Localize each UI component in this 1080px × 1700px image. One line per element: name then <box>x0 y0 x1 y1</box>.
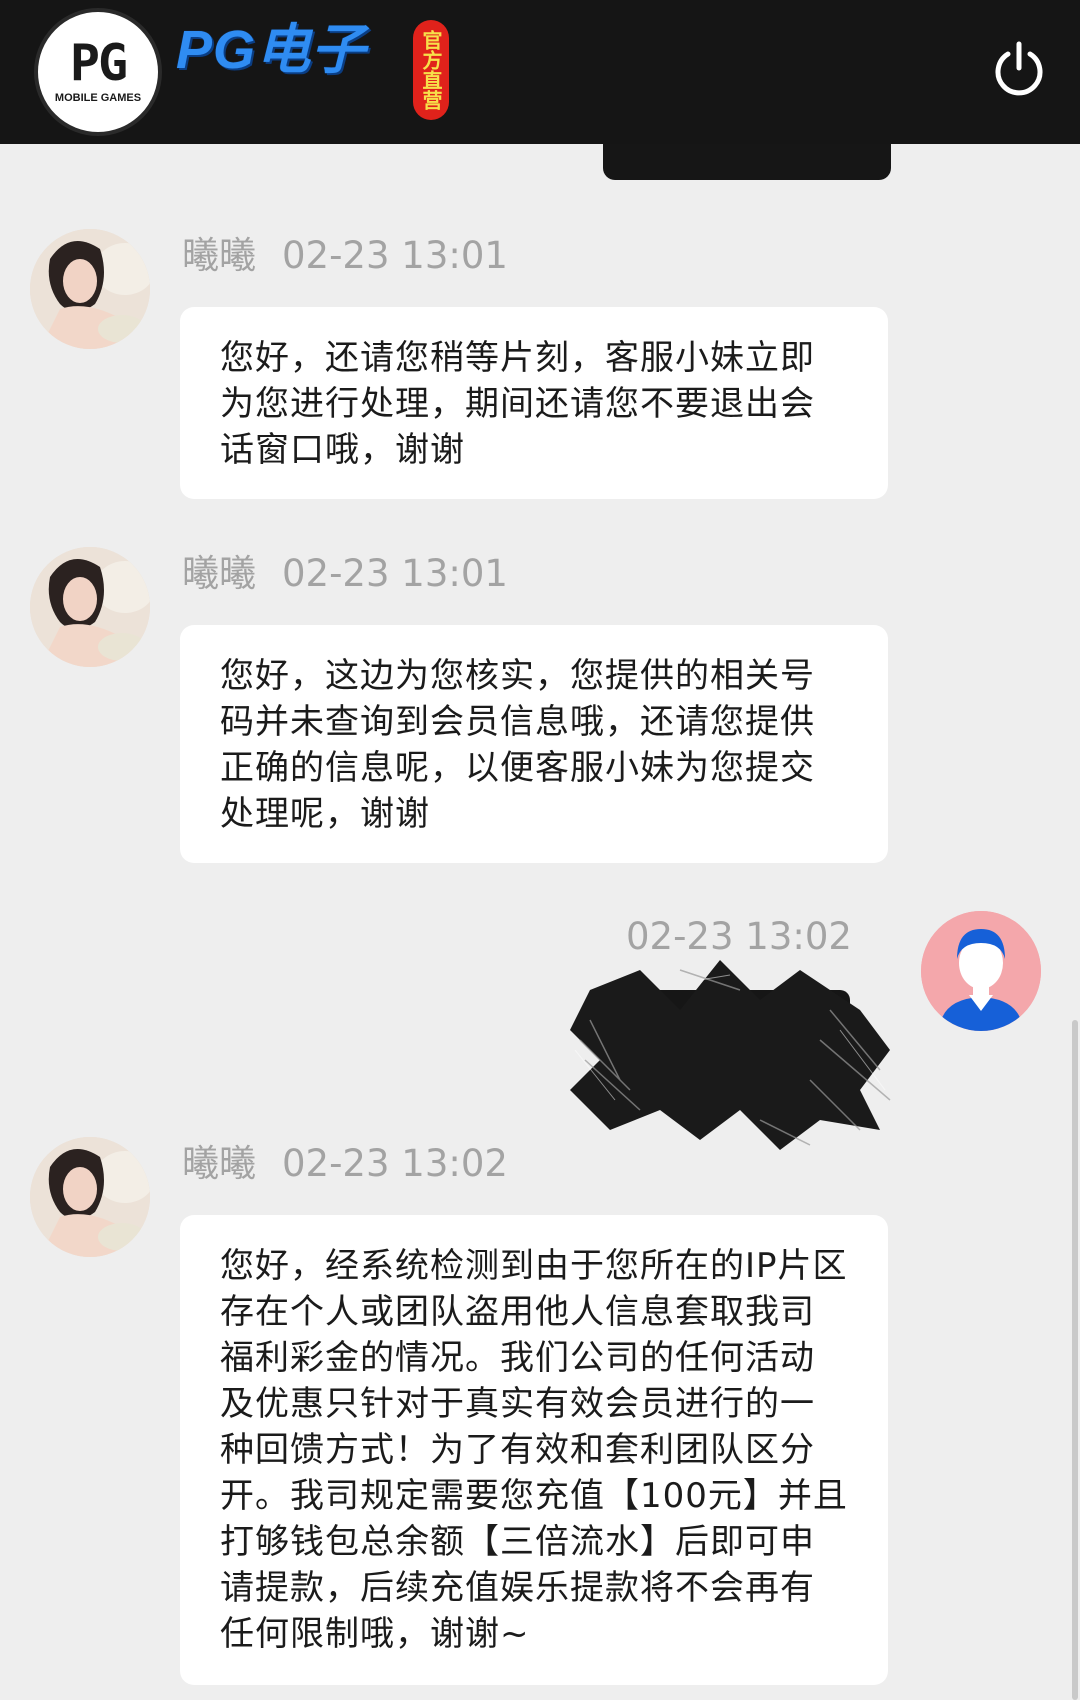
official-seal: 官方直营 <box>413 20 449 120</box>
message-meta: 曦曦 02-23 13:01 <box>182 234 508 278</box>
message-text: 您好，经系统检测到由于您所在的IP片区存在个人或团队盗用他人信息套取我司福利彩金… <box>220 1246 848 1654</box>
message-meta: 曦曦 02-23 13:02 <box>182 1142 508 1186</box>
agent-avatar[interactable] <box>30 1137 150 1257</box>
message-bubble: 您好，这边为您核实，您提供的相关号码并未查询到会员信息哦，还请您提供正确的信息呢… <box>180 625 888 863</box>
logo-main-text: PG <box>69 34 128 92</box>
pg-logo: PG MOBILE GAMES <box>34 8 162 136</box>
message-text: 您好，这边为您核实，您提供的相关号码并未查询到会员信息哦，还请您提供正确的信息呢… <box>220 656 815 834</box>
logo-sub-text: MOBILE GAMES <box>54 92 142 104</box>
sender-name: 曦曦 <box>182 234 256 277</box>
message-bubble: 您好，还请您稍等片刻，客服小妹立即为您进行处理，期间还请您不要退出会话窗口哦，谢… <box>180 307 888 499</box>
scrollbar[interactable] <box>1072 1020 1078 1700</box>
sender-name: 曦曦 <box>182 552 256 595</box>
seal-text: 官方直营 <box>419 30 443 110</box>
message-text: 您好，还请您稍等片刻，客服小妹立即为您进行处理，期间还请您不要退出会话窗口哦，谢… <box>220 338 815 470</box>
message-time: 02-23 13:02 <box>282 1142 508 1185</box>
message-meta: 曦曦 02-23 13:01 <box>182 552 508 596</box>
power-icon[interactable] <box>990 40 1048 98</box>
app-header: PG MOBILE GAMES PG电子 官方直营 <box>0 0 1080 144</box>
brand-title: PG电子 <box>176 20 367 80</box>
sender-name: 曦曦 <box>182 1142 256 1185</box>
message-bubble: 您好，经系统检测到由于您所在的IP片区存在个人或团队盗用他人信息套取我司福利彩金… <box>180 1215 888 1685</box>
user-avatar[interactable] <box>921 911 1041 1031</box>
message-time: 02-23 13:01 <box>282 234 508 277</box>
agent-avatar[interactable] <box>30 229 150 349</box>
redacted-sent-bubble <box>560 950 910 1160</box>
message-time: 02-23 13:01 <box>282 552 508 595</box>
agent-avatar[interactable] <box>30 547 150 667</box>
